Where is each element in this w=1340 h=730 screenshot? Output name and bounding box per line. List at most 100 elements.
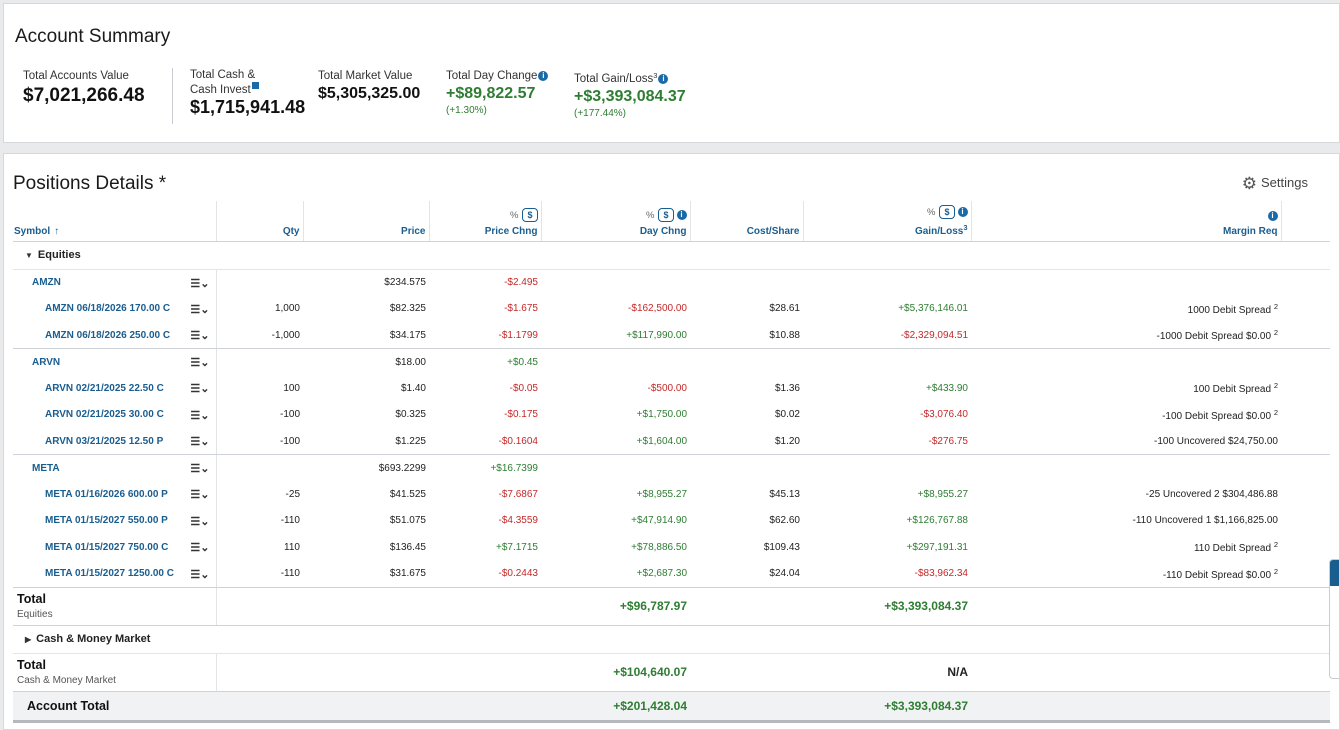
col-day-chng[interactable]: % $ i Day Chng [541, 201, 691, 242]
symbol-link[interactable]: ARVN 03/21/2025 12.50 P [45, 436, 163, 447]
row-menu-icon[interactable]: ☰⌄ [190, 329, 209, 342]
cost-share-cell [690, 349, 803, 376]
col-price-chng[interactable]: % $ Price Chng [429, 201, 542, 242]
cost-share-cell: $1.20 [690, 428, 803, 455]
margin-text: 100 Debit Spread [1193, 384, 1272, 396]
margin-req-cell: -1000 Debit Spread $0.00 2 [971, 322, 1281, 349]
price-cell: $1.40 [400, 382, 426, 394]
day-chng-cell: -$162,500.00 [628, 303, 687, 315]
price-cell: $136.45 [389, 541, 426, 553]
col-qty[interactable]: Qty [216, 201, 304, 242]
cash-group-row[interactable]: ▶ Cash & Money Market [13, 625, 1330, 654]
gear-icon: ⚙ [1241, 174, 1258, 193]
positions-table: Symbol ↑ Qty Price % $ Price Chng % $ i Day Ch… [13, 201, 1330, 723]
symbol-link[interactable]: META 01/15/2027 750.00 C [45, 542, 168, 553]
metric-total-accounts-value: Total Accounts Value $7,021,266.48 [23, 69, 145, 109]
position-row: META 01/15/2027 1250.00 C ☰⌄ -110 $31.675 -$… [13, 560, 1330, 588]
symbol-link[interactable]: ARVN 02/21/2025 30.00 C [45, 409, 164, 420]
info-icon[interactable]: i [957, 206, 968, 217]
cost-share-cell: $62.60 [769, 515, 800, 527]
qty-cell: -100 [279, 409, 300, 421]
dollar-toggle[interactable]: $ [939, 204, 955, 219]
symbol-link[interactable]: META 01/16/2026 600.00 P [45, 489, 168, 500]
margin-req-cell: 1000 Debit Spread 2 [971, 296, 1281, 323]
cost-share-cell: $45.13 [769, 488, 800, 500]
symbol-link[interactable]: META 01/15/2027 1250.00 C [45, 568, 174, 579]
metric-label: Total Cash & [190, 69, 256, 81]
price-chng-cell: -$0.1604 [429, 428, 541, 455]
symbol-link[interactable]: AMZN 06/18/2026 250.00 C [45, 330, 170, 341]
row-menu-icon[interactable]: ☰⌄ [190, 568, 209, 581]
day-chng-cell: +$78,886.50 [631, 541, 687, 553]
col-gain-loss[interactable]: % $ i Gain/Loss3 [803, 201, 972, 242]
footnote-marker: 2 [1273, 328, 1278, 337]
price-cell: $41.525 [389, 488, 426, 500]
position-row-underlying: META ☰⌄ $693.2299 +$16.7399 [13, 454, 1330, 481]
symbol-link[interactable]: META [32, 463, 60, 474]
info-icon[interactable]: i [1267, 210, 1278, 221]
popout-icon[interactable] [251, 82, 259, 89]
metric-percent: (+1.30%) [446, 105, 487, 116]
row-menu-icon[interactable]: ☰⌄ [190, 409, 209, 422]
footnote-marker: 2 [1273, 407, 1278, 417]
settings-button[interactable]: ⚙ Settings [1242, 174, 1308, 194]
metric-label: Total Market Value [318, 70, 413, 82]
margin-text: -100 Debit Spread $0.00 [1162, 410, 1272, 422]
metric-total-gain-loss: Total Gain/Loss3 i +$3,393,084.37 (+177.4… [574, 69, 686, 120]
row-menu-icon[interactable]: ☰⌄ [190, 303, 209, 316]
metric-value: +$3,393,084.37 [574, 88, 686, 105]
col-price[interactable]: Price [303, 201, 430, 242]
col-price-chng-label: Price Chng [484, 225, 538, 237]
col-symbol[interactable]: Symbol ↑ [13, 201, 217, 242]
account-summary-title: Account Summary [15, 26, 171, 47]
qty-cell [216, 269, 303, 296]
margin-text: -100 Uncovered $24,750.00 [1154, 435, 1278, 447]
margin-text: -110 Uncovered 1 $1,166,825.00 [1132, 515, 1278, 527]
price-chng-cell: -$2.495 [504, 277, 538, 288]
symbol-link[interactable]: META 01/15/2027 550.00 P [45, 515, 168, 526]
cost-share-cell: $24.04 [690, 560, 803, 588]
day-chng-cell: +$117,990.00 [541, 322, 690, 349]
positions-title: Positions Details * [13, 173, 167, 194]
cost-share-cell: $0.02 [774, 409, 800, 421]
info-icon[interactable]: i [538, 71, 549, 81]
footnote-marker: 2 [1273, 301, 1278, 311]
price-cell: $82.325 [389, 303, 426, 315]
percent-toggle[interactable]: % [927, 207, 935, 218]
info-icon[interactable]: i [658, 74, 669, 84]
gain-loss-cell: -$276.75 [803, 428, 971, 455]
qty-cell: -100 [216, 428, 303, 455]
dollar-toggle[interactable]: $ [522, 207, 538, 222]
row-menu-icon[interactable]: ☰⌄ [190, 488, 209, 501]
row-menu-icon[interactable]: ☰⌄ [190, 541, 209, 554]
row-menu-icon[interactable]: ☰⌄ [190, 356, 209, 369]
row-menu-icon[interactable]: ☰⌄ [190, 435, 209, 448]
price-cell: $1.225 [303, 428, 429, 455]
qty-cell: -25 [285, 488, 300, 500]
margin-req-cell: -110 Debit Spread $0.00 2 [971, 560, 1281, 588]
day-chng-cell: -$500.00 [647, 382, 687, 394]
percent-toggle[interactable]: % [510, 210, 518, 221]
footnote-marker: 2 [1273, 540, 1278, 550]
row-menu-icon[interactable]: ☰⌄ [190, 515, 209, 528]
row-menu-icon[interactable]: ☰⌄ [190, 277, 209, 290]
col-margin-req[interactable]: i Margin Req [971, 201, 1282, 242]
metric-total-cash: Total Cash & Cash Invest $1,715,941.48 [190, 68, 305, 117]
equities-group-row[interactable]: ▼ Equities [13, 241, 1330, 270]
percent-toggle[interactable]: % [646, 210, 654, 221]
dollar-toggle[interactable]: $ [658, 207, 674, 222]
margin-req-cell: -25 Uncovered 2 $304,486.88 [971, 481, 1281, 508]
row-menu-icon[interactable]: ☰⌄ [190, 462, 209, 475]
group-label: Equities [37, 249, 81, 261]
col-cost-share[interactable]: Cost/Share [690, 201, 804, 242]
info-icon[interactable]: i [676, 209, 687, 220]
account-summary-panel: Account Summary Total Accounts Value $7,… [3, 3, 1340, 143]
side-panel-tab[interactable] [1329, 559, 1339, 679]
row-menu-icon[interactable]: ☰⌄ [190, 382, 209, 395]
gain-loss-cell: -$3,076.40 [920, 409, 968, 421]
symbol-link[interactable]: ARVN [32, 357, 60, 368]
symbol-link[interactable]: AMZN [32, 277, 61, 288]
symbol-link[interactable]: AMZN 06/18/2026 170.00 C [45, 303, 170, 314]
symbol-link[interactable]: ARVN 02/21/2025 22.50 C [45, 383, 164, 394]
gain-loss-cell: +$433.90 [926, 382, 968, 394]
